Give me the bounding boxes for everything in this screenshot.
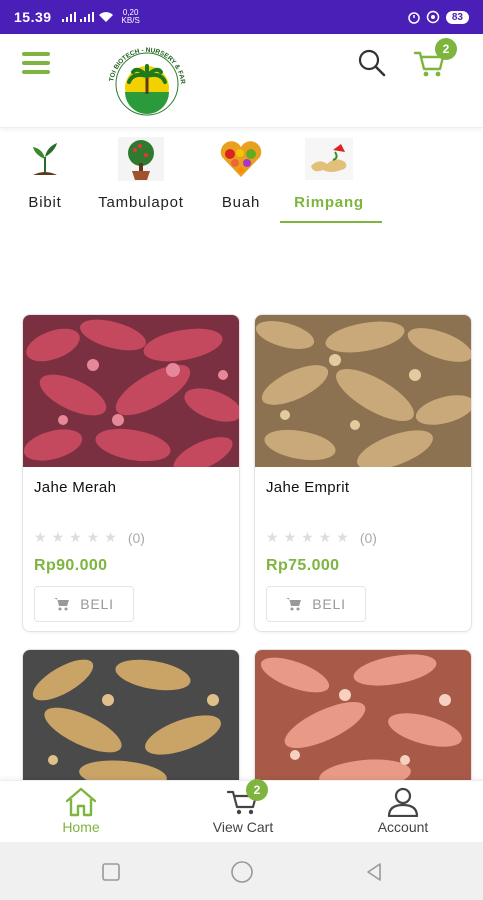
ginger-icon xyxy=(305,136,353,182)
product-card[interactable] xyxy=(22,649,240,789)
product-rating: ★ ★ ★ ★ ★ (0) xyxy=(266,529,377,546)
category-tab-bibit[interactable]: Bibit xyxy=(22,128,68,211)
brand-logo: TOI BIOTECH - NURSERY & FARM xyxy=(103,42,191,120)
buy-button-label: BELI xyxy=(80,596,114,612)
hamburger-menu-icon[interactable] xyxy=(22,52,50,74)
star-icon: ★ xyxy=(283,529,297,545)
home-circle-icon[interactable] xyxy=(230,860,254,889)
rating-count: (0) xyxy=(127,529,145,546)
cart-icon xyxy=(286,598,302,611)
buy-button-label: BELI xyxy=(312,596,346,612)
recent-apps-icon[interactable] xyxy=(101,862,121,887)
category-tab-buah[interactable]: Buah xyxy=(218,128,264,211)
category-label: Buah xyxy=(221,194,261,211)
star-icon: ★ xyxy=(69,529,82,545)
status-time: 15.39 xyxy=(14,9,52,25)
product-name[interactable]: Jahe Merah xyxy=(34,479,239,496)
nav-home[interactable]: Home xyxy=(56,787,106,835)
product-image[interactable] xyxy=(23,315,239,473)
product-price: Rp90.000 xyxy=(34,557,108,574)
product-image[interactable] xyxy=(23,650,239,788)
star-icon: ★ xyxy=(104,529,117,545)
cart-count-badge: 2 xyxy=(246,779,268,801)
product-rating: ★ ★ ★ ★ ★ (0) xyxy=(34,529,145,546)
star-icon: ★ xyxy=(336,529,349,545)
search-icon[interactable] xyxy=(357,48,387,78)
star-icon: ★ xyxy=(34,529,47,545)
active-tab-underline xyxy=(280,221,382,223)
status-right: 83 xyxy=(408,10,469,24)
category-tab-rimpang[interactable]: Rimpang xyxy=(292,128,366,211)
product-card[interactable]: Jahe Emprit ★ ★ ★ ★ ★ (0) Rp75.000 BELI xyxy=(254,314,472,632)
product-image[interactable] xyxy=(255,315,471,470)
product-card[interactable]: Jahe Merah ★ ★ ★ ★ ★ (0) Rp90.000 BELI xyxy=(22,314,240,632)
buy-button[interactable]: BELI xyxy=(266,586,366,622)
network-speed: 0,20 KB/S xyxy=(121,8,140,25)
category-label: Rimpang xyxy=(294,194,364,211)
product-name[interactable]: Jahe Emprit xyxy=(266,479,471,496)
product-price: Rp75.000 xyxy=(266,557,340,574)
nav-account[interactable]: Account xyxy=(370,787,436,835)
nav-home-label: Home xyxy=(62,819,100,835)
nav-account-label: Account xyxy=(377,819,429,835)
star-icon: ★ xyxy=(301,529,314,545)
product-card[interactable] xyxy=(254,649,472,789)
alarm-icon xyxy=(408,12,420,24)
bottom-navigation: Home 2 View Cart Account xyxy=(0,779,483,842)
star-icon: ★ xyxy=(318,529,332,545)
wifi-icon xyxy=(98,12,113,22)
header-cart-button[interactable]: 2 xyxy=(413,38,457,82)
seedling-icon xyxy=(21,136,69,182)
back-triangle-icon[interactable] xyxy=(364,862,384,887)
fruit-heart-icon xyxy=(217,136,265,182)
data-saver-icon xyxy=(426,10,440,24)
app-header: TOI BIOTECH - NURSERY & FARM 2 xyxy=(0,34,483,128)
signal-icon-2 xyxy=(79,12,94,22)
nav-view-cart-label: View Cart xyxy=(212,819,274,835)
star-icon: ★ xyxy=(51,529,65,545)
system-navigation-bar xyxy=(0,842,483,900)
star-icon: ★ xyxy=(266,529,279,545)
user-icon xyxy=(387,787,419,817)
category-label: Bibit xyxy=(28,194,62,211)
potted-tree-icon xyxy=(117,136,165,182)
battery-indicator: 83 xyxy=(445,10,469,24)
category-tab-tambulapot[interactable]: Tambulapot xyxy=(92,128,190,211)
category-tabs: Bibit Tambulapot Buah Rimpang xyxy=(0,128,483,228)
cart-icon xyxy=(54,598,70,611)
signal-icons: 0,20 KB/S xyxy=(61,8,140,25)
cart-count-badge: 2 xyxy=(435,38,457,60)
rating-count: (0) xyxy=(359,529,377,546)
home-icon xyxy=(65,787,97,817)
category-label: Tambulapot xyxy=(98,194,184,211)
star-icon: ★ xyxy=(86,529,100,545)
signal-icon xyxy=(61,12,76,22)
status-bar: 15.39 0,20 KB/S 83 xyxy=(0,0,483,34)
buy-button[interactable]: BELI xyxy=(34,586,134,622)
product-image[interactable] xyxy=(255,650,471,788)
nav-view-cart[interactable]: 2 View Cart xyxy=(205,779,281,835)
